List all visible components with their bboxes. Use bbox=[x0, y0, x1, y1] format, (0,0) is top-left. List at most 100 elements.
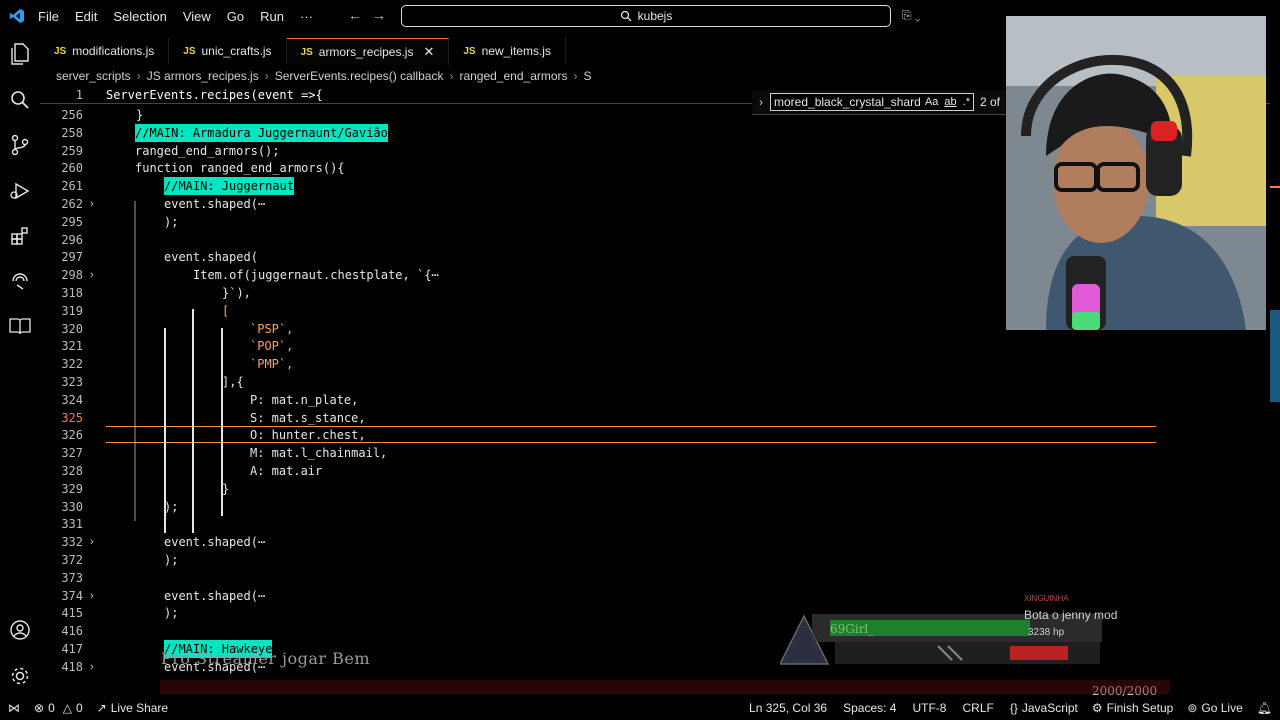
menu-go[interactable]: Go bbox=[227, 9, 244, 24]
cursor-position[interactable]: Ln 325, Col 36 bbox=[749, 701, 827, 715]
code-text: `PMP`, bbox=[250, 357, 294, 372]
go-live-button[interactable]: ⊚ Go Live bbox=[1187, 701, 1242, 715]
code-text: event.shaped(⋯ bbox=[164, 588, 266, 603]
line-number: 327 bbox=[61, 446, 83, 461]
chevron-right-icon: › bbox=[449, 69, 454, 83]
source-control-icon[interactable] bbox=[8, 133, 32, 157]
book-icon[interactable] bbox=[8, 314, 32, 338]
finish-setup-button[interactable]: ⚙ Finish Setup bbox=[1092, 701, 1173, 715]
menu-more[interactable]: ··· bbox=[300, 9, 313, 24]
js-file-icon: JS bbox=[300, 46, 313, 58]
broadcast-icon: ⊚ bbox=[1187, 701, 1198, 715]
remote-indicator-icon[interactable]: ⋈ bbox=[8, 701, 20, 715]
code-text: function ranged_end_armors(){ bbox=[135, 161, 345, 176]
code-line[interactable]: 332 › event.shaped(⋯ bbox=[40, 533, 1270, 551]
explorer-icon[interactable] bbox=[8, 42, 32, 66]
line-number: 417 bbox=[61, 642, 83, 656]
chat-username: XINGUINHA bbox=[1024, 594, 1069, 603]
breadcrumb-callback[interactable]: ServerEvents.recipes() callback bbox=[275, 69, 444, 83]
fold-chevron-icon[interactable]: › bbox=[90, 533, 94, 551]
code-text: [ bbox=[222, 303, 230, 318]
search-icon[interactable] bbox=[8, 88, 32, 112]
line-number: 261 bbox=[61, 179, 83, 194]
code-line[interactable]: 373 bbox=[40, 569, 1270, 587]
encoding[interactable]: UTF-8 bbox=[912, 701, 946, 715]
fold-chevron-icon[interactable]: › bbox=[90, 195, 94, 213]
code-text: Item.of(juggernaut.chestplate, `{⋯ bbox=[193, 268, 439, 283]
webcam-overlay bbox=[1006, 16, 1266, 330]
line-number: 332 bbox=[61, 535, 83, 550]
tab-armors-recipes[interactable]: JS armors_recipes.js ✕ bbox=[286, 38, 450, 65]
code-line[interactable]: 331 bbox=[40, 515, 1270, 533]
forward-arrow-icon[interactable]: → bbox=[372, 7, 386, 23]
command-center-search[interactable]: kubejs bbox=[401, 5, 891, 27]
code-text: } bbox=[136, 108, 144, 122]
code-line[interactable]: 327 M: mat.l_chainmail, bbox=[40, 444, 1270, 462]
line-number: 296 bbox=[61, 232, 83, 247]
code-line[interactable]: 330); bbox=[40, 498, 1270, 516]
remote-explorer-icon[interactable] bbox=[8, 269, 32, 293]
gear-icon[interactable] bbox=[8, 664, 32, 688]
code-text: M: mat.l_chainmail, bbox=[250, 446, 388, 461]
code-line[interactable]: 322 `PMP`, bbox=[40, 355, 1270, 373]
setup-icon: ⚙ bbox=[1091, 701, 1103, 715]
line-number: 416 bbox=[61, 624, 83, 639]
tab-new-items[interactable]: JS new_items.js bbox=[449, 38, 566, 64]
find-widget: › mored_black_crystal_shard Aa ab .* 2 o… bbox=[752, 90, 1006, 115]
problems-indicator[interactable]: ⊗ 0 △ 0 bbox=[34, 701, 83, 715]
menu-edit[interactable]: Edit bbox=[75, 9, 97, 24]
line-ending[interactable]: CRLF bbox=[962, 701, 993, 715]
code-line[interactable]: 372); bbox=[40, 551, 1270, 569]
regex-toggle[interactable]: .* bbox=[963, 96, 970, 108]
menu-file[interactable]: File bbox=[38, 9, 59, 24]
code-text: ); bbox=[164, 499, 179, 514]
code-line[interactable]: 328 A: mat.air bbox=[40, 462, 1270, 480]
menu-view[interactable]: View bbox=[183, 9, 211, 24]
match-case-toggle[interactable]: Aa bbox=[925, 96, 938, 108]
fold-chevron-icon[interactable]: › bbox=[90, 266, 94, 284]
live-share-button[interactable]: ↗ Live Share bbox=[97, 701, 168, 715]
find-input[interactable]: mored_black_crystal_shard Aa ab .* bbox=[770, 93, 974, 111]
copilot-icon[interactable]: ⎘ ⌄ bbox=[902, 8, 921, 23]
js-file-icon: JS bbox=[54, 45, 67, 57]
code-text: event.shaped( bbox=[164, 250, 258, 265]
tab-label: new_items.js bbox=[481, 44, 551, 58]
scrollbar-thumb[interactable] bbox=[1270, 310, 1280, 402]
account-icon[interactable] bbox=[8, 618, 32, 642]
notifications-bell-icon[interactable]: 🔔︎ bbox=[1257, 701, 1272, 715]
indentation[interactable]: Spaces: 4 bbox=[843, 701, 896, 715]
close-icon[interactable]: ✕ bbox=[423, 44, 434, 60]
match-word-toggle[interactable]: ab bbox=[944, 96, 956, 108]
code-line[interactable]: 321 `POP`, bbox=[40, 337, 1270, 355]
breadcrumb-folder[interactable]: server_scripts bbox=[56, 69, 131, 83]
tab-unic-crafts[interactable]: JS unic_crafts.js bbox=[169, 38, 287, 64]
code-line[interactable]: 323],{ bbox=[40, 373, 1270, 391]
line-number: 298 bbox=[61, 268, 83, 283]
js-file-icon: JS bbox=[463, 45, 476, 57]
fold-chevron-icon[interactable]: › bbox=[90, 658, 94, 676]
language-mode[interactable]: {} JavaScript bbox=[1010, 701, 1078, 715]
menu-selection[interactable]: Selection bbox=[113, 9, 166, 24]
status-bar: ⋈ ⊗ 0 △ 0 ↗ Live Share Ln 325, Col 36 Space… bbox=[0, 696, 1280, 720]
breadcrumb-symbol[interactable]: S bbox=[584, 69, 592, 83]
run-debug-icon[interactable] bbox=[8, 179, 32, 203]
chat-message: Bota o jenny mod bbox=[1024, 608, 1118, 622]
tab-modifications[interactable]: JS modifications.js bbox=[40, 38, 170, 64]
breadcrumb-function[interactable]: ranged_end_armors bbox=[459, 69, 567, 83]
toggle-replace-icon[interactable]: › bbox=[752, 95, 770, 109]
activity-bar bbox=[0, 32, 40, 696]
live-share-icon: ↗ bbox=[96, 701, 107, 715]
code-line[interactable]: 374 › event.shaped(⋯ bbox=[40, 587, 1270, 605]
fold-chevron-icon[interactable]: › bbox=[90, 587, 94, 605]
menu-run[interactable]: Run bbox=[260, 9, 284, 24]
code-line[interactable]: 325 S: mat.s_stance, bbox=[40, 409, 1270, 427]
extensions-icon[interactable] bbox=[8, 224, 32, 248]
vscode-logo-icon bbox=[10, 9, 24, 23]
line-number: 260 bbox=[61, 161, 83, 176]
js-file-icon: JS bbox=[183, 45, 196, 57]
editor-tabs: JS modifications.js JS unic_crafts.js JS ar… bbox=[40, 38, 566, 65]
back-arrow-icon[interactable]: ← bbox=[348, 7, 362, 23]
breadcrumb-file[interactable]: JS armors_recipes.js bbox=[147, 69, 259, 83]
code-line[interactable]: 324 P: mat.n_plate, bbox=[40, 391, 1270, 409]
code-line[interactable]: 329} bbox=[40, 480, 1270, 498]
